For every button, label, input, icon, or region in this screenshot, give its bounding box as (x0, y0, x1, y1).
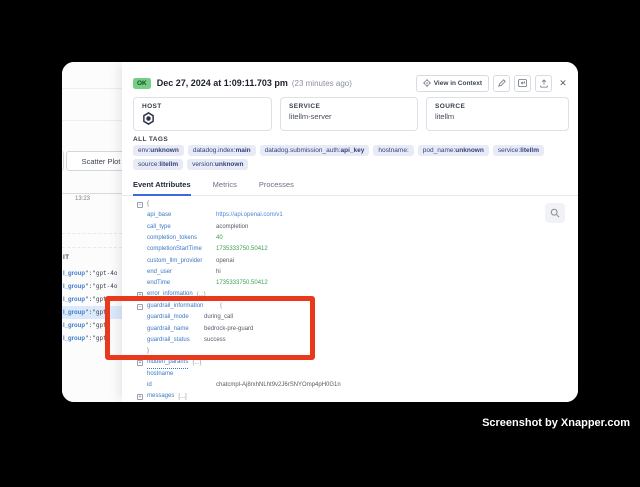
info-cards: HOST SERVICE litellm-server SOURCE litel… (133, 97, 569, 131)
json-key[interactable]: end_user (147, 267, 216, 278)
expand-icon[interactable]: + (137, 394, 143, 400)
tags-list: env:unknown datadog.index:main datadog.sub… (133, 145, 571, 170)
watermark-text: Screenshot by Xnapper.com (482, 417, 630, 429)
log-list-item[interactable]: l_group":"gpt-4o (62, 267, 122, 280)
tag-pill[interactable]: datadog.submission_auth:api_key (260, 145, 370, 156)
service-card[interactable]: SERVICE litellm-server (280, 97, 418, 131)
upload-icon (540, 79, 548, 88)
view-in-context-label: View in Context (434, 80, 482, 87)
all-tags-label: ALL TAGS (133, 136, 168, 143)
tab-processes[interactable]: Processes (259, 180, 294, 195)
json-key[interactable]: id (147, 380, 216, 391)
json-key[interactable]: endTime (147, 278, 216, 289)
json-value: chatcmpl-Aj8rxhNLht9v2J6rSNYOmp4pH0G1n (216, 380, 341, 391)
gridline (62, 233, 122, 234)
tag-pill[interactable]: hostname: (373, 145, 413, 156)
json-value: acompletion (216, 222, 248, 233)
keyboard-shortcut-button[interactable] (514, 75, 531, 92)
clipped-button[interactable] (62, 151, 64, 171)
tag-pill[interactable]: source:litellm (133, 159, 183, 170)
export-button[interactable] (535, 75, 552, 92)
list-column-header: IT (63, 254, 69, 261)
json-key[interactable]: custom_llm_provider (147, 256, 216, 267)
json-row: call_typeacompletion (137, 222, 578, 233)
event-timestamp: Dec 27, 2024 at 1:09:11.703 pm (157, 78, 288, 88)
tab-event-attributes[interactable]: Event Attributes (133, 180, 191, 195)
collapse-icon[interactable]: − (137, 202, 143, 208)
json-row: idchatcmpl-Aj8rxhNLht9v2J6rSNYOmp4pH0G1n (137, 380, 578, 391)
json-row: −{ (137, 199, 578, 210)
chart-axis-line (62, 193, 122, 194)
view-in-context-button[interactable]: View in Context (416, 75, 489, 92)
json-row: +messages[...] (137, 392, 578, 402)
source-card[interactable]: SOURCE litellm (426, 97, 569, 131)
header-actions: View in Context (416, 75, 570, 92)
host-hexagon-icon (142, 112, 263, 125)
tag-pill[interactable]: pod_name:unknown (418, 145, 489, 156)
json-key[interactable]: completionStartTime (147, 244, 216, 255)
json-row: hostname (137, 369, 578, 380)
json-row: end_userhi (137, 267, 578, 278)
scatter-plot-button[interactable]: Scatter Plot (66, 151, 122, 171)
json-row: endTime1735333750.50412 (137, 278, 578, 289)
close-icon[interactable]: ✕ (556, 78, 570, 89)
json-key[interactable]: completion_tokens (147, 233, 216, 244)
json-value: 1735333750.50412 (216, 278, 268, 289)
return-key-icon (518, 79, 527, 87)
json-row: completionStartTime1735333750.50412 (137, 244, 578, 255)
host-label: HOST (142, 103, 263, 110)
json-key[interactable]: hostname (147, 369, 216, 380)
event-header: OK Dec 27, 2024 at 1:09:11.703 pm (23 mi… (133, 74, 570, 92)
host-card[interactable]: HOST (133, 97, 272, 131)
service-label: SERVICE (289, 103, 409, 110)
status-badge: OK (133, 78, 151, 89)
source-value: litellm (435, 112, 560, 121)
json-value: hi (216, 267, 221, 278)
edit-button[interactable] (493, 75, 510, 92)
tab-metrics[interactable]: Metrics (213, 180, 237, 195)
json-value[interactable]: https://api.openai.com/v1 (216, 210, 283, 221)
service-value: litellm-server (289, 112, 409, 121)
log-list-item[interactable]: l_group":"gpt-4o (62, 280, 122, 293)
json-row: completion_tokens40 (137, 233, 578, 244)
divider (62, 88, 122, 89)
expand-icon[interactable]: + (137, 360, 143, 366)
source-label: SOURCE (435, 103, 560, 110)
pencil-icon (498, 79, 506, 87)
tag-pill[interactable]: env:unknown (133, 145, 184, 156)
tag-pill[interactable]: version:unknown (187, 159, 248, 170)
json-key[interactable]: messages (147, 391, 174, 402)
json-value: 1735333750.50412 (216, 244, 268, 255)
tab-bar: Event Attributes Metrics Processes (122, 180, 578, 196)
json-key[interactable]: api_base (147, 210, 216, 221)
json-row: api_basehttps://api.openai.com/v1 (137, 210, 578, 221)
json-key[interactable]: call_type (147, 222, 216, 233)
divider (62, 120, 122, 121)
json-row: custom_llm_provideropenai (137, 256, 578, 267)
json-value: 40 (216, 233, 223, 244)
screenshot-root: Scatter Plot 13:23 IT l_group":"gpt-4ol_… (0, 0, 640, 487)
annotation-highlight-rectangle (105, 296, 315, 360)
relative-time: (23 minutes ago) (292, 79, 352, 88)
gridline (62, 247, 122, 248)
json-value: openai (216, 256, 234, 267)
tag-pill[interactable]: datadog.index:main (188, 145, 256, 156)
time-axis-tick: 13:23 (75, 196, 90, 202)
crosshair-icon (423, 79, 431, 87)
tag-pill[interactable]: service:litellm (493, 145, 544, 156)
